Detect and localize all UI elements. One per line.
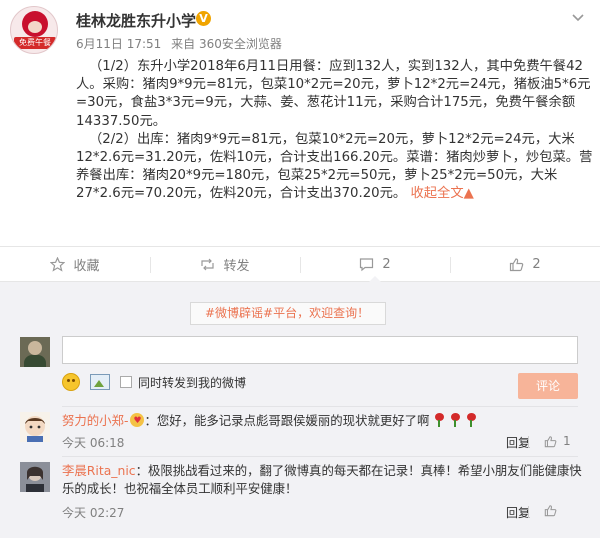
reply-button[interactable]: 回复: [506, 434, 530, 451]
rumor-tag[interactable]: #微博辟谣#平台，欢迎查询！: [190, 302, 386, 325]
comment-item: 努力的小郑- ：您好，能多记录点彪哥跟侯媛丽的现状就更好了啊 今天 06:18 回…: [20, 412, 580, 452]
cartoon-avatar-icon: [20, 412, 50, 442]
comment-input[interactable]: [62, 336, 578, 364]
post-meta: 6月11日 17:51 来自 360安全浏览器: [76, 35, 282, 52]
comment-item: 李晨Rita_nic：极限挑战看过来的，翻了微博真的每天都在记录！真棒！希望小朋…: [20, 462, 582, 522]
commenter-avatar[interactable]: [20, 412, 50, 442]
commenter-avatar[interactable]: [20, 462, 50, 492]
submit-comment-button[interactable]: 评论: [518, 373, 578, 399]
comment-like-button[interactable]: [544, 504, 563, 517]
comment-tools: 同时转发到我的微博: [62, 372, 246, 392]
post-time[interactable]: 6月11日 17:51: [76, 37, 161, 51]
thumbs-up-icon: [510, 257, 524, 271]
comment-text: 李晨Rita_nic：极限挑战看过来的，翻了微博真的每天都在记录！真棒！希望小朋…: [62, 462, 582, 499]
comment-like-count: 1: [563, 434, 571, 448]
repost-checkbox-label: 同时转发到我的微博: [138, 375, 247, 390]
avatar-badge: 免费午餐: [14, 37, 56, 49]
chevron-down-icon[interactable]: [570, 10, 586, 26]
like-button[interactable]: 2: [450, 247, 600, 281]
current-user-avatar[interactable]: [20, 337, 50, 367]
post-source: 来自 360安全浏览器: [171, 37, 282, 51]
collapse-arrow-icon: ▲: [463, 186, 474, 202]
divider: [528, 506, 529, 518]
heart-eyes-emoji-icon: [130, 412, 145, 430]
comment-time: 今天 02:27: [62, 506, 125, 520]
rose-icon: [433, 413, 445, 427]
favorite-label: 收藏: [73, 258, 100, 274]
repost-checkbox[interactable]: [120, 376, 132, 388]
avatar-body: [24, 355, 46, 367]
comment-count: 2: [382, 256, 391, 272]
comment-time: 今天 06:18: [62, 436, 125, 450]
author-name[interactable]: 桂林龙胜东升小学: [76, 10, 196, 31]
repost-button[interactable]: 转发: [150, 247, 300, 281]
image-icon[interactable]: [90, 374, 110, 390]
emoji-icon[interactable]: [62, 373, 80, 391]
divider: [528, 436, 529, 448]
thumbs-up-icon: [544, 505, 557, 517]
rose-icon: [465, 413, 477, 427]
tag-hash: #微博辟谣#平台，: [205, 306, 310, 320]
avatar-head: [28, 341, 42, 355]
like-count: 2: [532, 256, 541, 272]
post-paragraph-2-text: （2/2）出库：猪肉9*9元=81元，包菜10*2元=20元，萝卜12*2元=2…: [76, 131, 593, 202]
avatar-logo: [22, 11, 48, 37]
weibo-post: 免费午餐 桂林龙胜东升小学 V 6月11日 17:51 来自 360安全浏览器 …: [0, 0, 600, 246]
reply-button[interactable]: 回复: [506, 504, 530, 521]
tag-link[interactable]: 欢迎查询！: [309, 306, 369, 320]
verified-icon[interactable]: V: [196, 11, 211, 26]
comment-text: 努力的小郑- ：您好，能多记录点彪哥跟侯媛丽的现状就更好了啊: [62, 412, 582, 430]
favorite-button[interactable]: 收藏: [0, 247, 150, 281]
repost-icon: [201, 258, 215, 270]
post-paragraph-1: （1/2）东升小学2018年6月11日用餐：应到132人，实到132人，其中免费…: [76, 59, 591, 129]
star-icon: [50, 256, 66, 272]
action-bar: 收藏 转发 2 2: [0, 246, 600, 282]
divider: [62, 406, 578, 407]
post-paragraph-2: （2/2）出库：猪肉9*9元=81元，包菜10*2元=20元，萝卜12*2元=2…: [76, 131, 594, 204]
collapse-label: 收起全文: [410, 186, 464, 202]
comment-user[interactable]: 努力的小郑-: [62, 413, 128, 428]
rose-icon: [449, 413, 461, 427]
repost-label: 转发: [223, 258, 250, 274]
comment-icon: [360, 257, 374, 271]
divider: [62, 456, 578, 457]
comment-button[interactable]: 2: [300, 247, 450, 282]
comment-like-button[interactable]: 1: [544, 434, 571, 448]
comment-section: #微博辟谣#平台，欢迎查询！ 同时转发到我的微博 评论 努力的小郑- ：您好，能多…: [0, 282, 600, 538]
author-avatar[interactable]: 免费午餐: [10, 6, 58, 54]
thumbs-up-icon: [544, 435, 557, 447]
comment-user[interactable]: 李晨Rita_nic: [62, 463, 136, 478]
comment-body: ：您好，能多记录点彪哥跟侯媛丽的现状就更好了啊: [144, 413, 430, 428]
collapse-link[interactable]: 收起全文▲: [410, 186, 473, 201]
photo-avatar-icon: [20, 462, 50, 492]
comment-body: ：极限挑战看过来的，翻了微博真的每天都在记录！真棒！希望小朋友们能健康快乐的成长…: [62, 463, 582, 497]
post-content: （1/2）东升小学2018年6月11日用餐：应到132人，实到132人，其中免费…: [76, 58, 594, 204]
